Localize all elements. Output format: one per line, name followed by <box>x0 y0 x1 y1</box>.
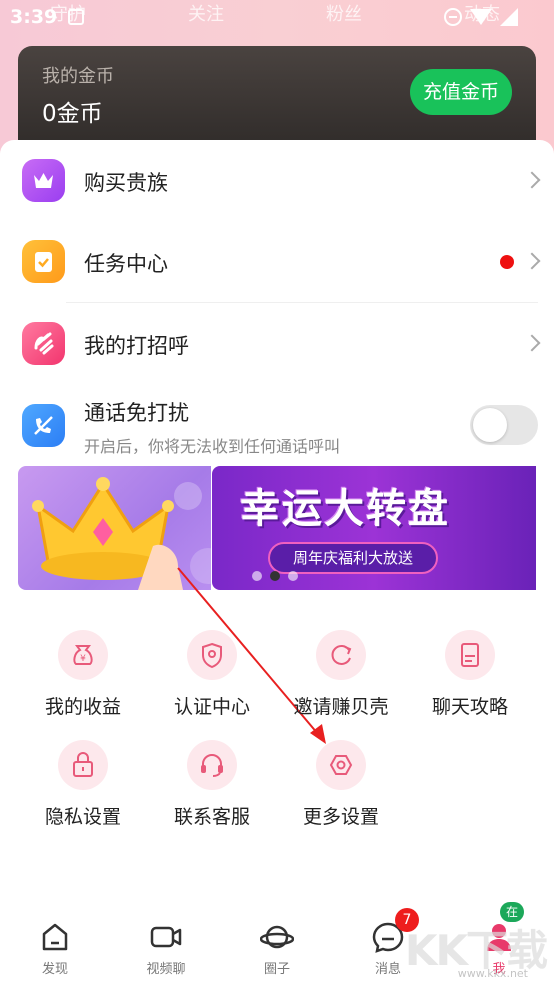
grid-label: 我的收益 <box>44 696 121 718</box>
grid-privacy[interactable]: 隐私设置 <box>23 740 143 829</box>
grid-more-settings[interactable]: 更多设置 <box>281 740 401 829</box>
shield-icon <box>187 630 237 680</box>
settings-hexagon-icon <box>316 740 366 790</box>
svg-text:¥: ¥ <box>80 654 86 664</box>
refresh-arrow-icon <box>316 630 366 680</box>
grid-label: 聊天攻略 <box>431 696 508 718</box>
watermark-url: www.kkx.net <box>457 967 528 980</box>
nav-label: 视频聊 <box>146 962 186 977</box>
grid-label: 联系客服 <box>173 806 250 828</box>
red-arrow-annotation <box>177 567 326 744</box>
nav-circle[interactable]: 圈子 <box>232 920 322 977</box>
grid-my-earnings[interactable]: ¥ 我的收益 <box>23 630 143 719</box>
video-camera-icon <box>149 920 183 954</box>
grid-label: 隐私设置 <box>44 806 121 828</box>
grid-label: 认证中心 <box>173 696 250 718</box>
money-bag-icon: ¥ <box>58 630 108 680</box>
book-icon <box>445 630 495 680</box>
grid-customer-service[interactable]: 联系客服 <box>152 740 272 829</box>
nav-label: 发现 <box>41 962 68 977</box>
home-icon <box>38 920 72 954</box>
grid-chat-guide[interactable]: 聊天攻略 <box>410 630 530 719</box>
grid-invite[interactable]: 邀请赚贝壳 <box>281 630 401 719</box>
grid-verification[interactable]: 认证中心 <box>152 630 272 719</box>
chat-bubble-icon: 7 <box>371 908 419 954</box>
headset-icon <box>187 740 237 790</box>
lock-icon <box>58 740 108 790</box>
nav-video-chat[interactable]: 视频聊 <box>121 920 211 977</box>
nav-label: 圈子 <box>263 962 290 977</box>
nav-discover[interactable]: 发现 <box>10 920 100 977</box>
planet-icon <box>259 920 295 954</box>
grid-label: 更多设置 <box>302 806 379 828</box>
grid-label: 邀请赚贝壳 <box>293 696 389 718</box>
